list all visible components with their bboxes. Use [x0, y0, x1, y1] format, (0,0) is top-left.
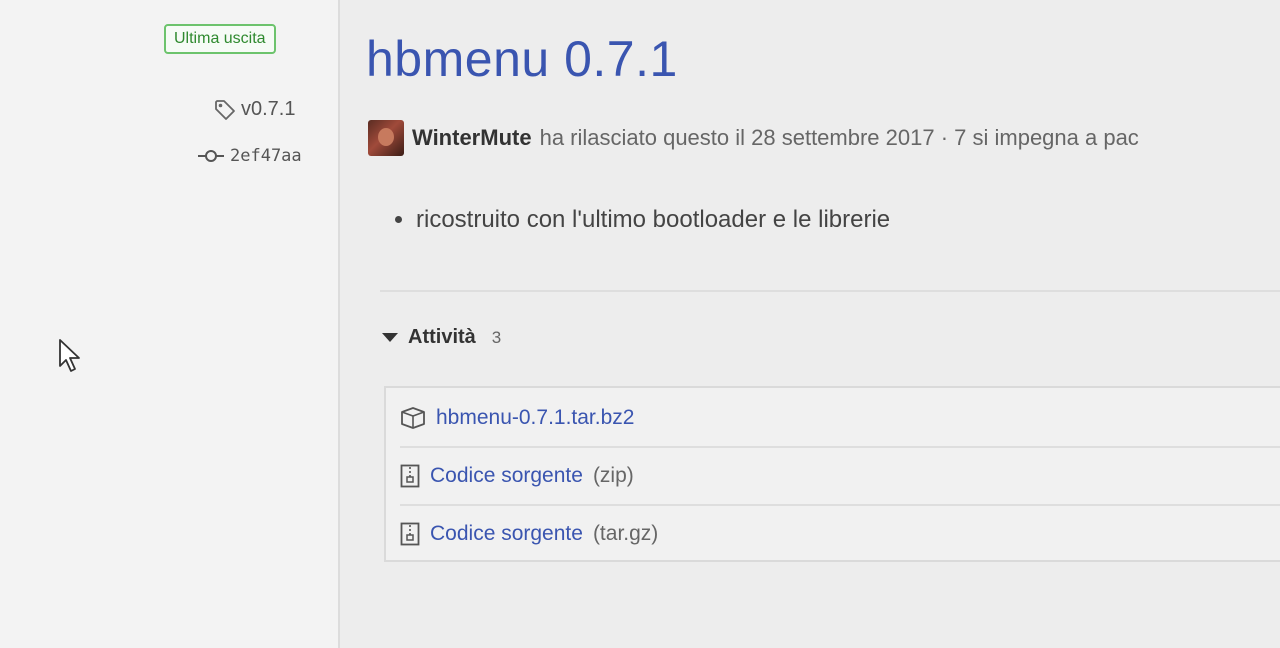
release-notes: ricostruito con l'ultimo bootloader e le…	[394, 206, 890, 234]
release-meta-text: ha rilasciato questo il 28 settembre 201…	[539, 125, 1139, 150]
triangle-down-icon	[382, 332, 398, 344]
author-link[interactable]: WinterMute	[412, 125, 532, 151]
release-note-item: ricostruito con l'ultimo bootloader e le…	[416, 206, 890, 234]
release-sidebar: Ultima uscita v0.7.1 2ef47aa	[0, 0, 340, 648]
asset-name: Codice sorgente	[430, 464, 583, 487]
assets-count: 3	[491, 327, 502, 347]
divider	[380, 290, 1280, 292]
tag-link[interactable]: v0.7.1	[214, 98, 295, 121]
latest-release-badge: Ultima uscita	[164, 24, 276, 54]
asset-format: (zip)	[592, 464, 634, 487]
git-commit-icon	[198, 149, 224, 163]
asset-name: Codice sorgente	[430, 522, 583, 545]
file-zip-icon	[400, 464, 420, 488]
asset-row[interactable]: Codice sorgente (zip)	[400, 448, 1280, 506]
file-zip-icon	[400, 522, 420, 546]
asset-format: (tar.gz)	[592, 522, 659, 545]
commit-link[interactable]: 2ef47aa	[198, 146, 302, 166]
release-title[interactable]: hbmenu 0.7.1	[366, 30, 678, 88]
assets-toggle[interactable]: Attività 3	[382, 326, 501, 349]
mouse-pointer-icon	[58, 338, 84, 378]
assets-list: hbmenu-0.7.1.tar.bz2 Codice sorgente (zi…	[384, 386, 1280, 562]
asset-name: hbmenu-0.7.1.tar.bz2	[436, 406, 635, 429]
asset-row[interactable]: hbmenu-0.7.1.tar.bz2	[400, 390, 1280, 448]
avatar[interactable]	[368, 120, 404, 156]
assets-label: Attività	[408, 326, 476, 348]
tag-label: v0.7.1	[241, 98, 296, 120]
release-meta: WinterMute ha rilasciato questo il 28 se…	[368, 120, 1139, 156]
package-icon	[400, 407, 426, 429]
tag-icon	[214, 99, 236, 121]
release-main: hbmenu 0.7.1 WinterMute ha rilasciato qu…	[340, 0, 1280, 648]
commit-hash: 2ef47aa	[230, 146, 302, 166]
asset-row[interactable]: Codice sorgente (tar.gz)	[400, 506, 1280, 562]
